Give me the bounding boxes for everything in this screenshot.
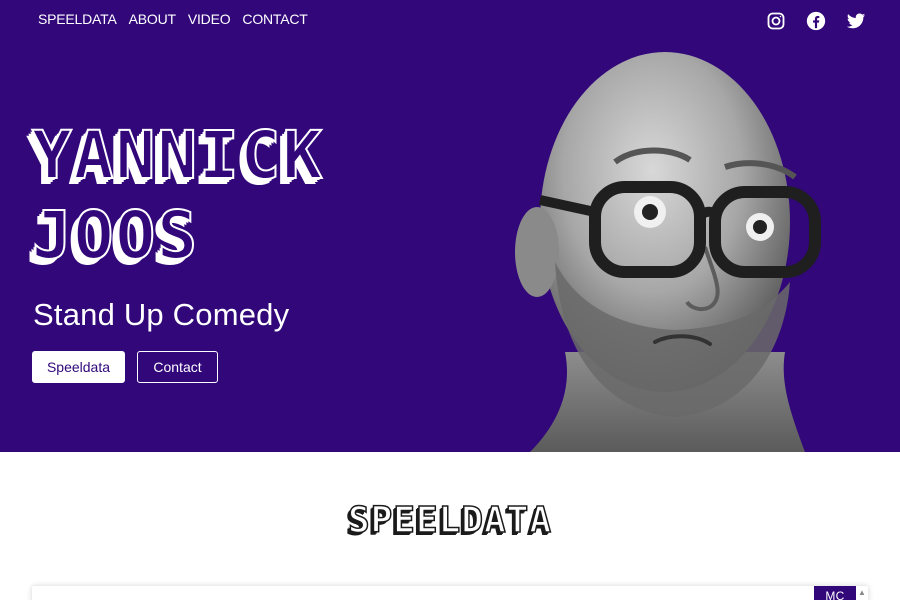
- hero-subtitle: Stand Up Comedy: [33, 297, 290, 332]
- hero-title: YANNICK JOOS: [31, 116, 492, 276]
- social-links: [766, 11, 866, 31]
- hero-section: SPEELDATA ABOUT VIDEO CONTACT YANNICK JO: [0, 0, 900, 452]
- nav-item-video[interactable]: VIDEO: [188, 11, 231, 27]
- section-title: SPEELDATA: [347, 499, 553, 542]
- speeldata-table-card: MC ▲: [32, 586, 868, 600]
- hero-title-line2: JOOS: [31, 196, 199, 275]
- mc-tag: MC: [814, 586, 856, 600]
- contact-button[interactable]: Contact: [137, 351, 218, 383]
- nav-item-speeldata[interactable]: SPEELDATA: [38, 11, 117, 27]
- nav-item-about[interactable]: ABOUT: [129, 11, 176, 27]
- portrait-image: [505, 52, 835, 452]
- instagram-icon[interactable]: [766, 11, 786, 31]
- nav-item-contact[interactable]: CONTACT: [242, 11, 307, 27]
- speeldata-section: SPEELDATA MC ▲: [0, 452, 900, 600]
- hero-buttons: Speeldata Contact: [32, 351, 218, 383]
- scroll-up-icon[interactable]: ▲: [858, 588, 866, 598]
- main-nav: SPEELDATA ABOUT VIDEO CONTACT: [38, 11, 308, 27]
- facebook-icon[interactable]: [806, 11, 826, 31]
- speeldata-button[interactable]: Speeldata: [32, 351, 125, 383]
- twitter-icon[interactable]: [846, 11, 866, 31]
- hero-title-line1: YANNICK: [31, 116, 325, 195]
